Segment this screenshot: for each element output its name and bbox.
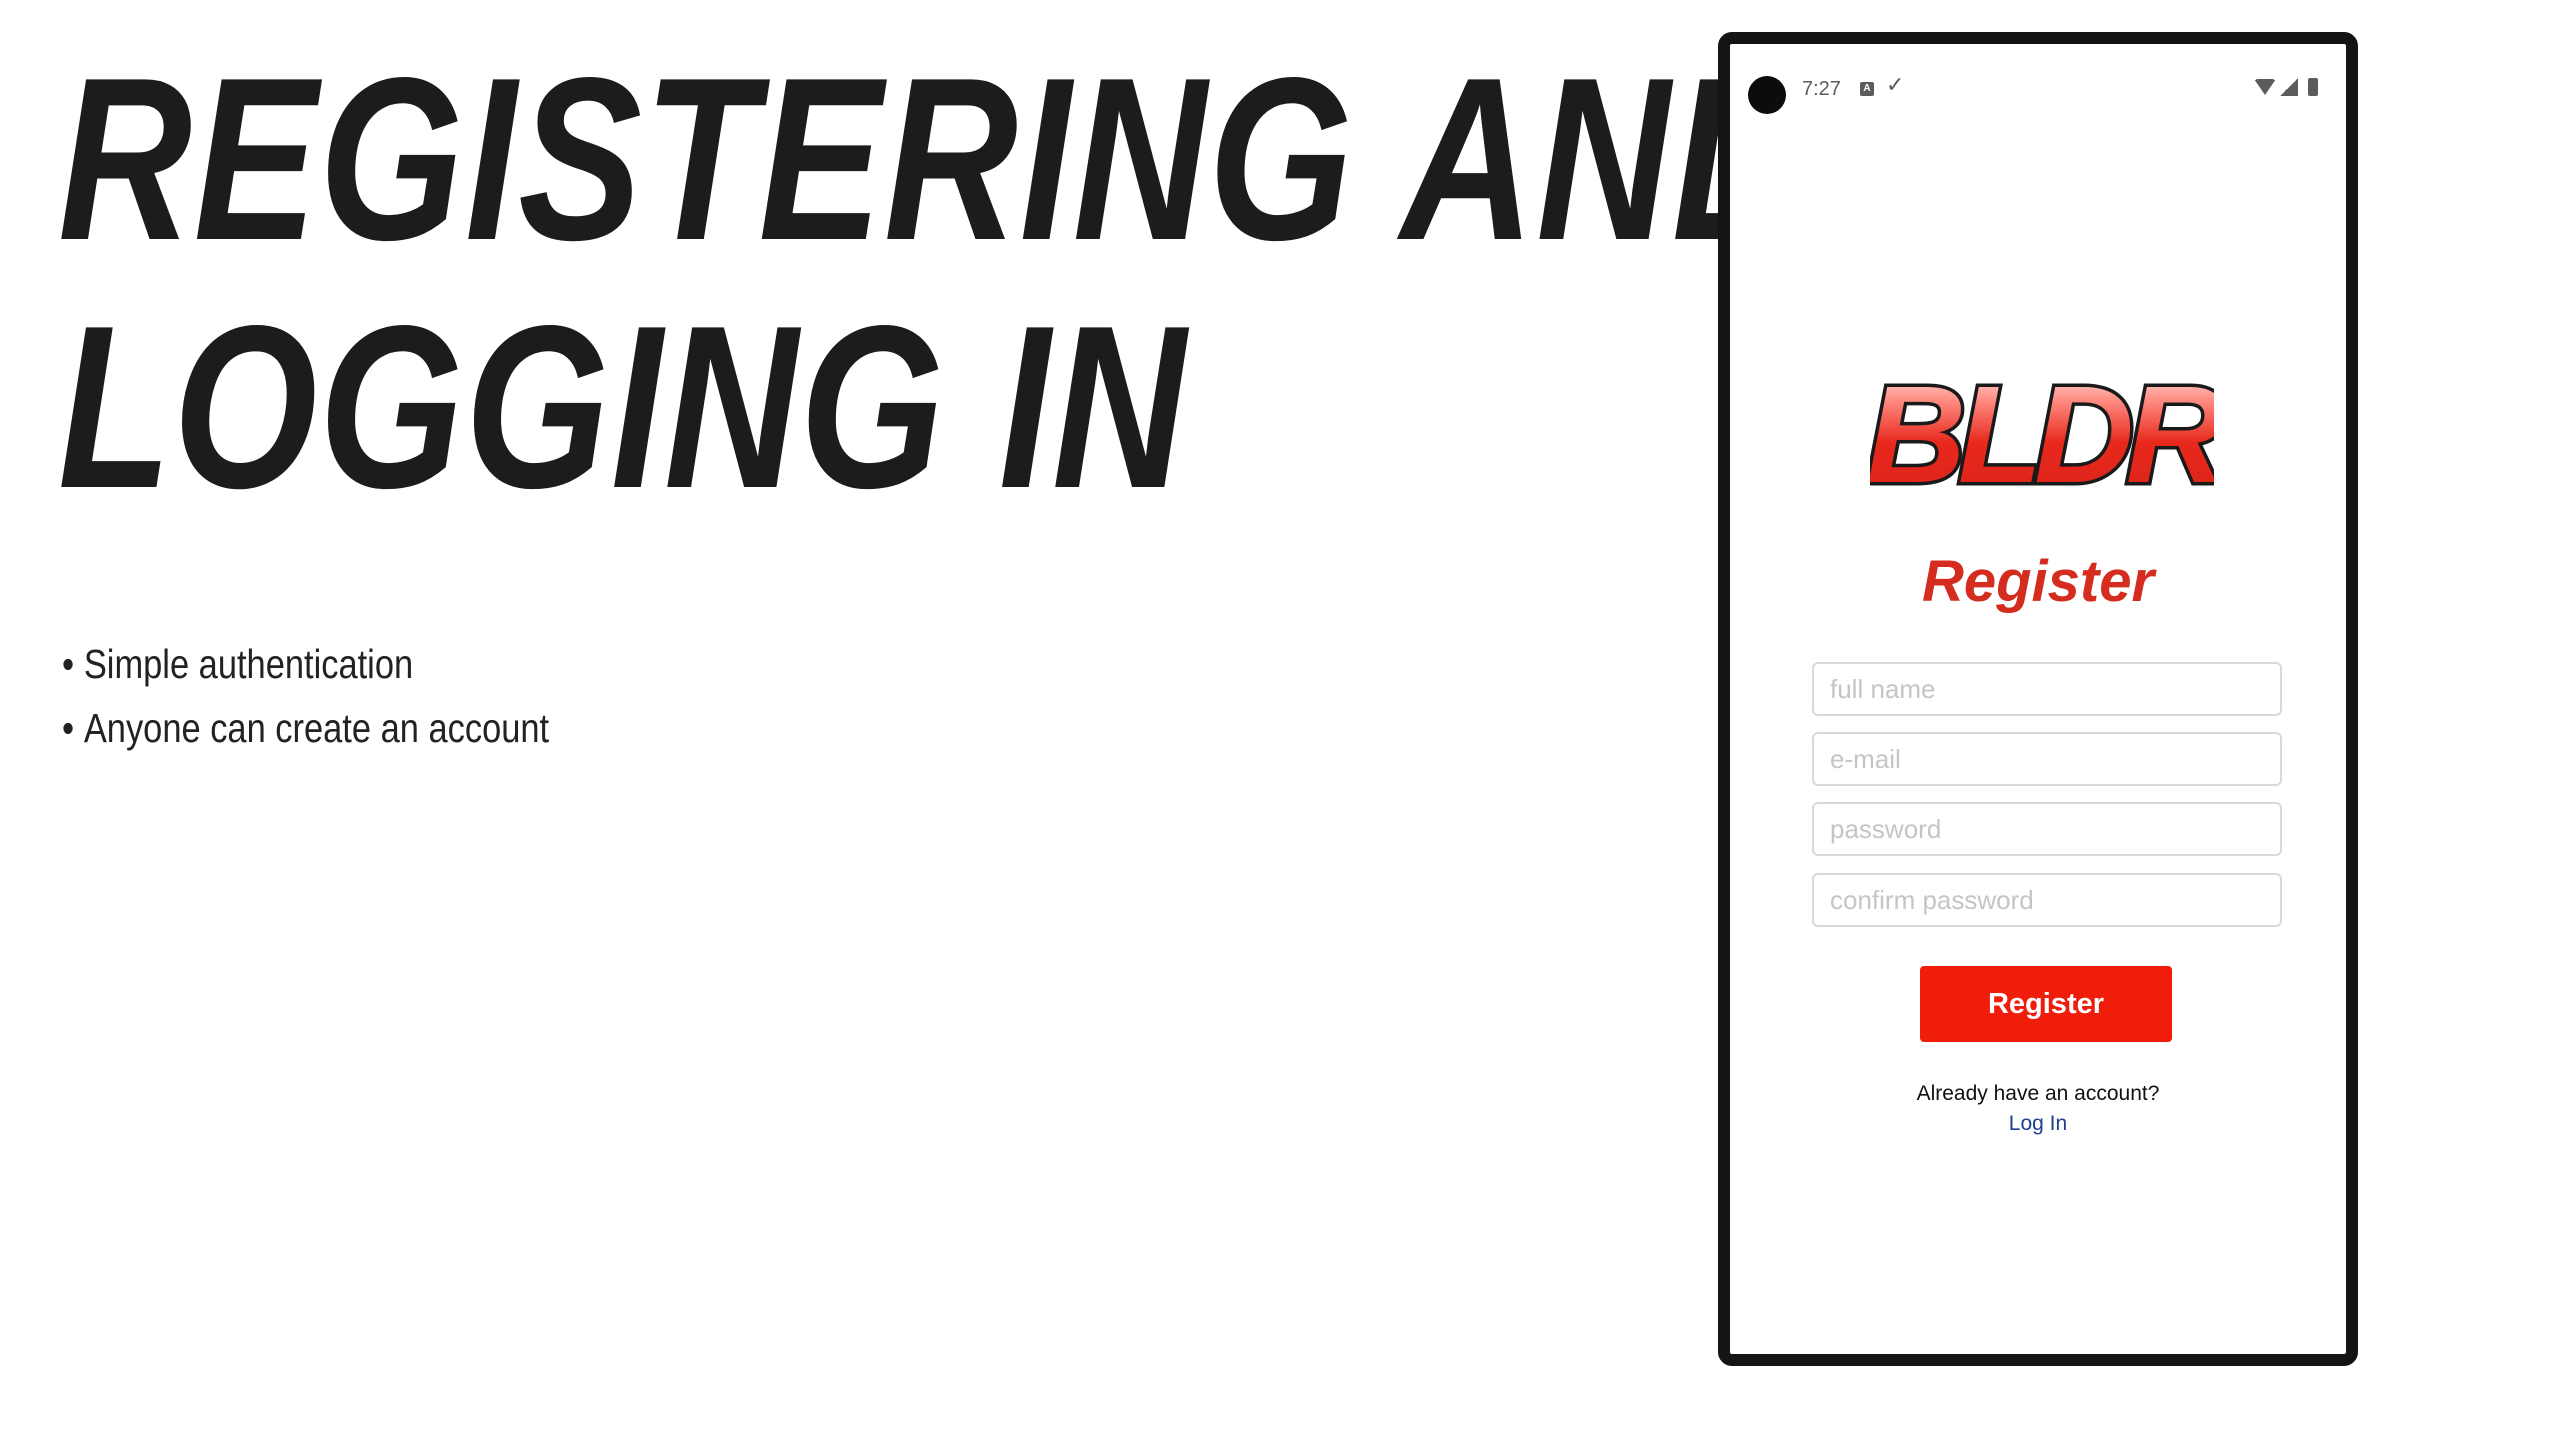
notification-icon: A — [1860, 82, 1874, 96]
phone-frame: 7:27 A ✓ BLDR Register Register Already … — [1718, 32, 2358, 1366]
slide-title: REGISTERING AND LOGGING IN — [58, 30, 1808, 537]
password-field[interactable] — [1812, 802, 2282, 856]
camera-cutout — [1748, 76, 1786, 114]
status-indicators — [2254, 78, 2318, 96]
bullet-text: Simple authentication — [83, 641, 414, 687]
bullet-dot: • — [62, 641, 75, 687]
bldr-logo: BLDR — [1870, 370, 2214, 502]
bullet-item: • Anyone can create an account — [62, 696, 549, 760]
download-done-icon: ✓ — [1886, 72, 1905, 97]
bullet-item: • Simple authentication — [62, 632, 549, 696]
slide-title-line-2: LOGGING IN — [58, 278, 1188, 537]
bullet-list: • Simple authentication • Anyone can creat… — [62, 632, 549, 760]
bullet-text: Anyone can create an account — [83, 705, 550, 751]
register-title: Register — [1921, 549, 2155, 614]
login-link[interactable]: Log In — [1730, 1112, 2346, 1136]
svg-text:BLDR: BLDR — [1870, 370, 2214, 502]
already-have-account-text: Already have an account? — [1916, 1082, 2160, 1105]
register-button[interactable]: Register — [1920, 966, 2172, 1042]
confirm-password-field[interactable] — [1812, 873, 2282, 927]
email-field[interactable] — [1812, 732, 2282, 786]
signal-icon — [2280, 78, 2298, 96]
wifi-icon — [2254, 79, 2276, 95]
bullet-dot: • — [62, 705, 75, 751]
full-name-field[interactable] — [1812, 662, 2282, 716]
status-time: 7:27 — [1802, 78, 1841, 100]
battery-icon — [2308, 78, 2318, 96]
status-bar: 7:27 A ✓ — [1730, 44, 2346, 114]
slide-title-line-1: REGISTERING AND — [58, 30, 1808, 289]
